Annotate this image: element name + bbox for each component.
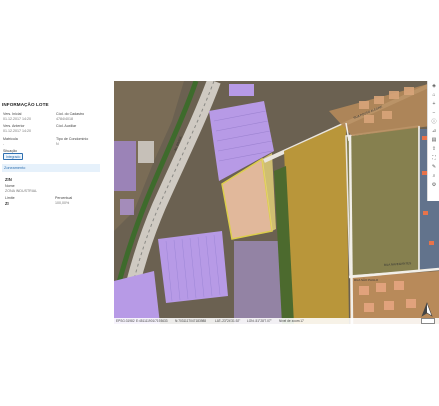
zoom-in-icon[interactable]: +: [431, 101, 437, 107]
map-status-bar: EPSG:31982 E:451111901/7193633 N:7031117…: [114, 318, 439, 324]
draw-icon[interactable]: ✎: [431, 164, 437, 170]
home-icon[interactable]: ⌂: [431, 92, 437, 98]
status-coord-e: E:451111901/7193633: [136, 319, 168, 323]
zoning-name-label: Nome: [5, 184, 15, 188]
settings-icon[interactable]: ⚙: [431, 182, 437, 188]
zoning-percent-label: Percentual: [55, 196, 73, 200]
field-label-initial-version: Vers. Inicial: [3, 112, 22, 116]
print-icon[interactable]: ▤: [431, 137, 437, 143]
layers-icon[interactable]: ◈: [431, 83, 437, 89]
panel-title: INFORMAÇÃO LOTE: [2, 102, 49, 107]
field-label-previous-version: Vers. Anterior: [3, 124, 25, 128]
share-icon[interactable]: ⇪: [431, 146, 437, 152]
map-toolbar: ◈ ⌂ + − ⓘ ⊿ ▤ ⇪ ⛶ ✎ ⌕ ⚙: [427, 81, 439, 201]
status-zoom: Nível de zoom:17: [279, 319, 304, 323]
status-lat: LAT:-23°24'31.92": [215, 319, 241, 323]
field-label-registry-code: Cód. do Cadastro: [56, 112, 85, 116]
street-label-3: RUA SÃO PAULO: [354, 277, 379, 282]
fullscreen-icon[interactable]: ⛶: [431, 155, 437, 161]
zoning-percent-value: 100,00%: [55, 200, 70, 205]
status-epsg: EPSG:31982: [116, 319, 135, 323]
field-label-aux-code: Cód. Auxiliar: [56, 124, 77, 128]
field-value-registry-code: 4784/4018: [56, 116, 73, 121]
status-lon: LON:-51°28'7.07": [247, 319, 272, 323]
info-icon[interactable]: ⓘ: [431, 119, 437, 125]
search-icon[interactable]: ⌕: [431, 173, 437, 179]
zoning-limit-label: Limite: [5, 196, 15, 200]
field-value-condo-type: N: [56, 141, 59, 146]
zoom-out-icon[interactable]: −: [431, 110, 437, 116]
field-value-previous-version: 01.12.2017 14:20: [3, 128, 31, 133]
map-view[interactable]: RUA NAVEGANTES RUA POUSO ALEGRE RUA SÃO …: [114, 81, 439, 324]
measure-icon[interactable]: ⊿: [431, 128, 437, 134]
zoning-limit-value: ZI: [5, 200, 9, 206]
aerial-map[interactable]: RUA NAVEGANTES RUA POUSO ALEGRE RUA SÃO …: [114, 81, 439, 324]
zoning-section-header[interactable]: Zoneamento: [2, 164, 100, 172]
status-badge: Integrado: [3, 153, 24, 160]
field-value-initial-version: 01.12.2017 14:20: [3, 116, 31, 121]
scale-box[interactable]: [421, 318, 435, 324]
zoning-code: ZIN: [5, 177, 12, 182]
field-label-condo-type: Tipo de Condomínio: [56, 137, 89, 141]
field-label-registration: Matrícula: [3, 137, 18, 141]
zoning-name-value: ZONA INDUSTRIAL: [5, 188, 38, 193]
field-value-registration: -: [3, 141, 5, 146]
lot-info-panel: INFORMAÇÃO LOTE Vers. Inicial 01.12.2017…: [0, 98, 110, 233]
status-coord-n: N:7031117047183988: [175, 319, 207, 323]
